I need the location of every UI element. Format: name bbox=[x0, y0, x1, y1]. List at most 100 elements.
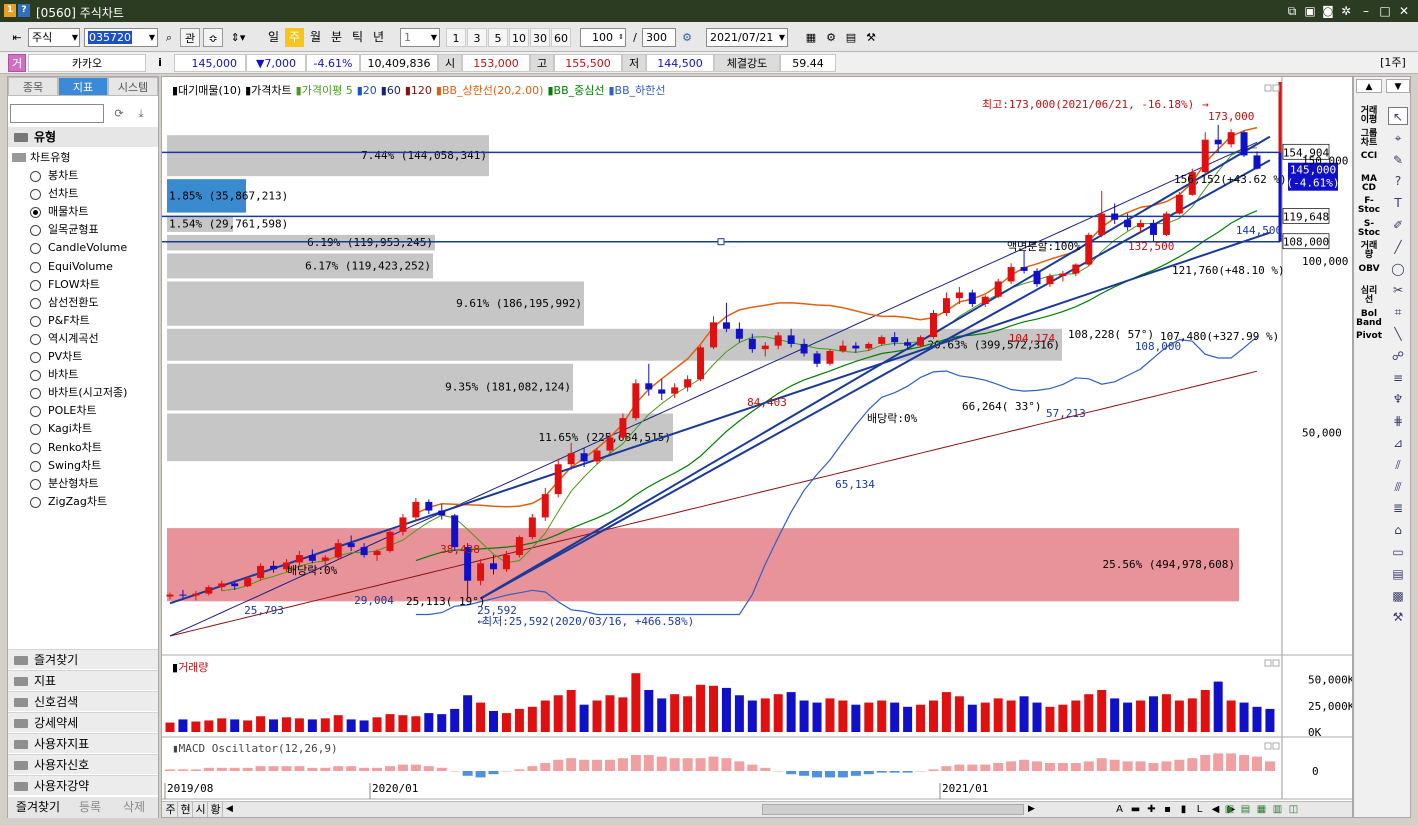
grid-settings-icon[interactable]: ⚙ bbox=[678, 28, 696, 47]
quick-interval-10[interactable]: 10 bbox=[509, 28, 529, 47]
chart-type-item[interactable]: Renko차트 bbox=[30, 439, 102, 457]
chart-type-item[interactable]: POLE차트 bbox=[30, 402, 97, 420]
tab-stock[interactable]: 종목 bbox=[8, 77, 58, 96]
left-section-item[interactable]: 사용자신호 bbox=[8, 754, 158, 774]
legend-item[interactable]: ▮가격차트 bbox=[245, 84, 292, 97]
date-select[interactable]: 2021/07/21 ▼ bbox=[706, 28, 788, 47]
collapse-down-icon[interactable]: ▼ bbox=[1386, 79, 1410, 93]
scroll-left-icon[interactable]: ◀ bbox=[226, 802, 238, 817]
draw-tool-icon[interactable]: ✎ bbox=[1388, 151, 1408, 169]
draw-tool-icon[interactable]: ⌗ bbox=[1388, 303, 1408, 321]
indicator-shortcut[interactable]: OBV bbox=[1355, 264, 1383, 274]
indicator-shortcut[interactable]: MA CD bbox=[1355, 174, 1383, 193]
quick-interval-30[interactable]: 30 bbox=[530, 28, 550, 47]
draw-tool-icon[interactable]: ↖ bbox=[1388, 107, 1408, 125]
draw-tool-icon[interactable]: ⫽ bbox=[1388, 456, 1408, 474]
legend-item[interactable]: ▮BB_중심선 bbox=[547, 84, 604, 97]
help-icon[interactable]: ? bbox=[18, 4, 30, 17]
draw-tool-icon[interactable]: ⫻ bbox=[1388, 478, 1408, 496]
copy-icon[interactable]: ▣ bbox=[1302, 3, 1318, 19]
maximize-icon[interactable]: □ bbox=[1377, 3, 1393, 19]
indicator-shortcut[interactable]: Bol Band bbox=[1355, 309, 1383, 328]
draw-tool-icon[interactable]: ⋕ bbox=[1388, 412, 1408, 430]
indicator-search-input[interactable] bbox=[10, 104, 104, 123]
indicator-shortcut[interactable]: F- Stoc bbox=[1355, 197, 1383, 215]
period-2[interactable]: 월 bbox=[306, 28, 325, 47]
chart-type-item[interactable]: 매물차트 bbox=[30, 203, 88, 221]
close-icon[interactable]: ✕ bbox=[1396, 3, 1412, 19]
zoom-tool-icon[interactable]: L bbox=[1192, 802, 1207, 817]
period-5[interactable]: 년 bbox=[369, 28, 388, 47]
indicator-shortcut[interactable]: S- Stoc bbox=[1355, 219, 1383, 238]
bottom-tab-3[interactable]: 황 bbox=[209, 802, 223, 817]
export-icon[interactable]: ▣ bbox=[1222, 802, 1237, 817]
link-icon[interactable]: ⧉ bbox=[1284, 3, 1300, 19]
left-section-item[interactable]: 강세약세 bbox=[8, 712, 158, 732]
draw-tool-icon[interactable]: ⌂ bbox=[1388, 521, 1408, 539]
legend-item[interactable]: ▮BB_하한선 bbox=[608, 84, 665, 97]
tab-indicator[interactable]: 지표 bbox=[58, 77, 108, 96]
legend-item[interactable]: ▮가격이평 5 bbox=[296, 84, 353, 97]
bottom-tab-1[interactable]: 현 bbox=[179, 802, 193, 817]
chart-type-item[interactable]: 일목균형표 bbox=[30, 221, 99, 239]
draw-tool-icon[interactable]: ⊿ bbox=[1388, 434, 1408, 452]
collapse-up-icon[interactable]: ▲ bbox=[1356, 79, 1382, 93]
zoom-tool-icon[interactable]: ▬ bbox=[1128, 802, 1143, 817]
draw-tool-icon[interactable]: ☍ bbox=[1388, 347, 1408, 365]
export-icon[interactable]: ◫ bbox=[1286, 802, 1301, 817]
tools-icon[interactable]: ⚒ bbox=[862, 28, 880, 47]
left-section-item[interactable]: 사용자강약 bbox=[8, 775, 158, 795]
save-icon[interactable]: ▤ bbox=[842, 28, 860, 47]
draw-tool-icon[interactable]: ▭ bbox=[1388, 543, 1408, 561]
related-button[interactable]: 관 bbox=[180, 28, 200, 47]
chart-type-item[interactable]: ZigZag차트 bbox=[30, 493, 107, 511]
chart-type-item[interactable]: FLOW차트 bbox=[30, 276, 100, 294]
quick-interval-60[interactable]: 60 bbox=[551, 28, 571, 47]
indicator-shortcut[interactable]: Pivot bbox=[1355, 332, 1383, 341]
quick-interval-3[interactable]: 3 bbox=[467, 28, 487, 47]
draw-tool-icon[interactable]: T bbox=[1388, 194, 1408, 212]
left-section-item[interactable]: 사용자지표 bbox=[8, 733, 158, 753]
chart-type-item[interactable]: Swing차트 bbox=[30, 457, 101, 475]
draw-tool-icon[interactable]: ▩ bbox=[1388, 587, 1408, 605]
tab-system[interactable]: 시스템 bbox=[108, 77, 158, 96]
draw-tool-icon[interactable]: ⚒ bbox=[1388, 608, 1408, 626]
chart-area[interactable]: 7.44% (144,058,341) 1.85% (35,867,213) 1.5… bbox=[161, 76, 1355, 818]
chart-type-item[interactable]: 역시계곡선 bbox=[30, 330, 99, 348]
zoom-tool-icon[interactable]: ▮ bbox=[1176, 802, 1191, 817]
left-section-item[interactable]: 즐겨찾기 bbox=[8, 649, 158, 669]
indicator-shortcut[interactable]: 그룹 차트 bbox=[1355, 129, 1383, 148]
export-icon[interactable]: ▦ bbox=[1254, 802, 1269, 817]
minimize-icon[interactable]: – bbox=[1358, 3, 1374, 19]
code-input[interactable]: 035720 ▼ bbox=[84, 28, 158, 47]
bottom-tab-0[interactable]: 주 bbox=[164, 802, 178, 817]
chart-type-item[interactable]: P&F차트 bbox=[30, 312, 90, 330]
legend-item[interactable]: ▮BB_상한선(20,2.00) bbox=[436, 84, 544, 97]
search-icon[interactable]: ⌕ bbox=[160, 28, 178, 47]
chart-svg[interactable]: 7.44% (144,058,341) 1.85% (35,867,213) 1.5… bbox=[162, 77, 1355, 817]
settings-icon[interactable]: ⚙ bbox=[822, 28, 840, 47]
indicator-shortcut[interactable]: 거래 량 bbox=[1355, 242, 1383, 260]
draw-tool-icon[interactable]: ╲ bbox=[1388, 325, 1408, 343]
period-0[interactable]: 일 bbox=[264, 28, 283, 47]
period-4[interactable]: 틱 bbox=[348, 28, 367, 47]
draw-tool-icon[interactable]: ◯ bbox=[1388, 260, 1408, 278]
prev-stock-icon[interactable]: ⇤ bbox=[8, 28, 26, 47]
chart-type-item[interactable]: PV차트 bbox=[30, 348, 82, 366]
camera-icon[interactable]: ◙ bbox=[1320, 3, 1336, 19]
period-1[interactable]: 주 bbox=[285, 28, 304, 47]
draw-tool-icon[interactable]: ✐ bbox=[1388, 216, 1408, 234]
legend-item[interactable]: ▮60 bbox=[381, 84, 401, 97]
download-icon[interactable]: ⤓ bbox=[132, 104, 150, 123]
bottom-tab-favorites[interactable]: 즐겨찾기 bbox=[10, 798, 66, 817]
legend-item[interactable]: ▮120 bbox=[405, 84, 432, 97]
draw-tool-icon[interactable]: ? bbox=[1388, 172, 1408, 190]
draw-tool-icon[interactable]: ✂ bbox=[1388, 281, 1408, 299]
draw-tool-icon[interactable]: ╱ bbox=[1388, 238, 1408, 256]
count-input[interactable]: 100 ⇕ bbox=[580, 28, 626, 47]
export-icon[interactable]: ▤ bbox=[1238, 802, 1253, 817]
section-type[interactable]: 유형 bbox=[8, 127, 158, 147]
indicator-shortcut[interactable]: CCI bbox=[1355, 152, 1383, 161]
interval-select[interactable]: 1 ▼ bbox=[400, 28, 440, 47]
chart-icon[interactable]: ▦ bbox=[802, 28, 820, 47]
